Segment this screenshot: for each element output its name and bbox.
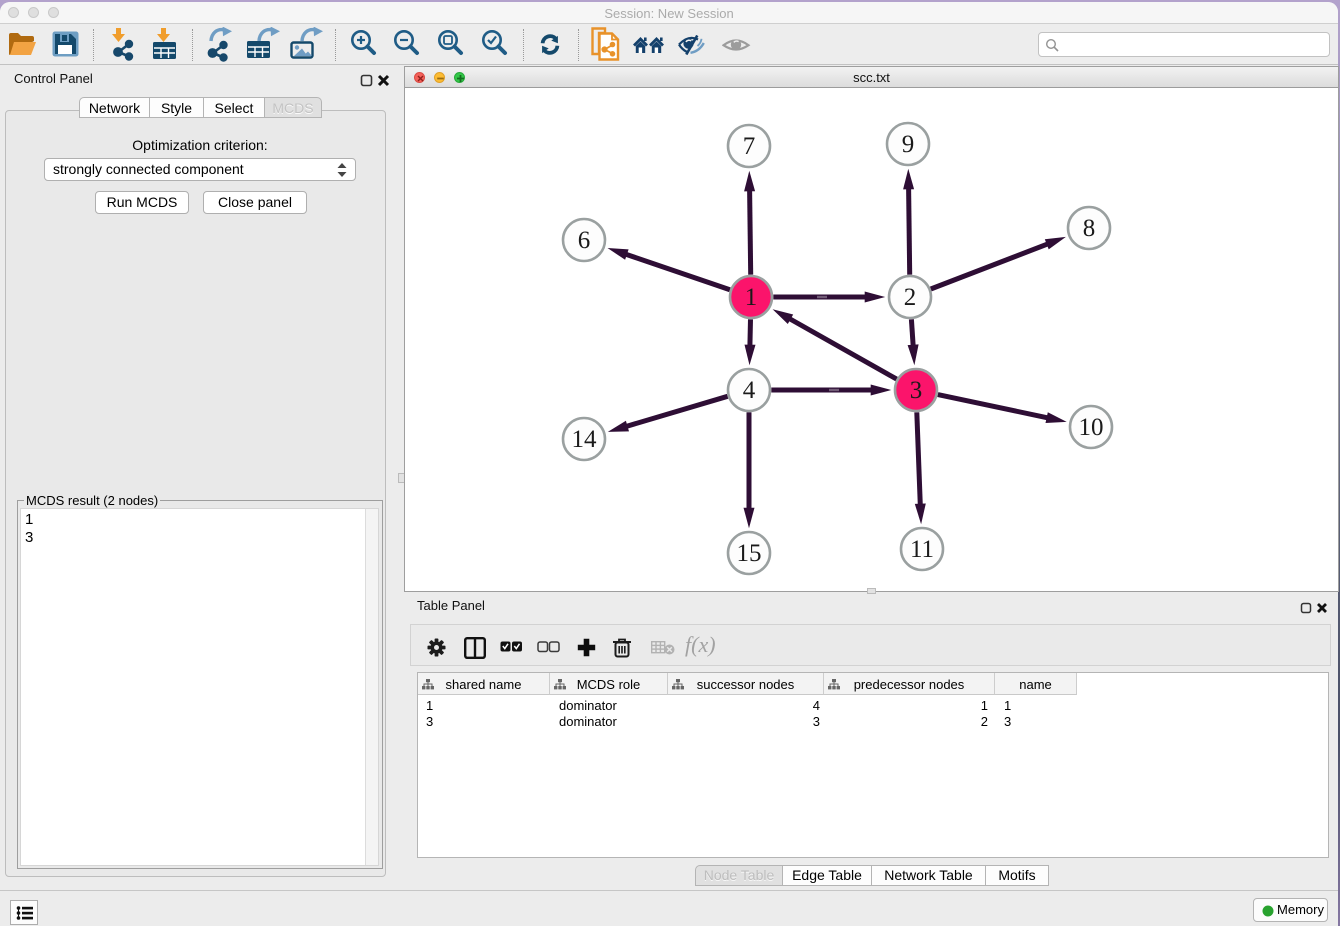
svg-text:15: 15 bbox=[737, 540, 762, 567]
svg-text:9: 9 bbox=[902, 131, 915, 158]
svg-text:14: 14 bbox=[572, 426, 598, 453]
svg-text:1: 1 bbox=[745, 284, 758, 311]
svg-text:6: 6 bbox=[578, 227, 591, 254]
svg-text:4: 4 bbox=[743, 377, 756, 404]
svg-text:11: 11 bbox=[910, 536, 934, 563]
svg-text:2: 2 bbox=[904, 284, 917, 311]
svg-text:7: 7 bbox=[743, 133, 756, 160]
svg-text:8: 8 bbox=[1083, 215, 1096, 242]
svg-text:3: 3 bbox=[910, 377, 923, 404]
svg-text:10: 10 bbox=[1079, 414, 1104, 441]
